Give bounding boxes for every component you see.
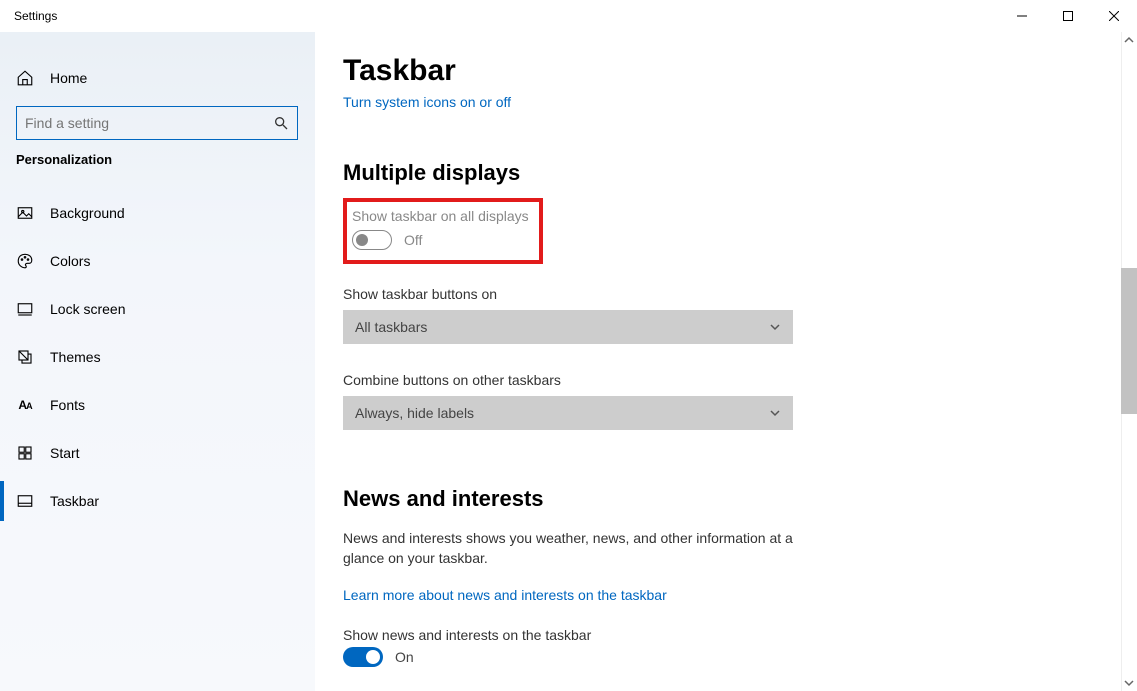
nav-item-label: Start [50,445,80,461]
show-taskbar-all-displays-label: Show taskbar on all displays [352,208,529,224]
nav-item-label: Background [50,205,125,221]
toggle-state-text: On [395,649,414,665]
show-taskbar-buttons-on-combo[interactable]: All taskbars [343,310,793,344]
scroll-up-button[interactable] [1121,32,1137,48]
minimize-icon [1017,11,1027,21]
nav-background[interactable]: Background [0,193,314,233]
content-pane: Taskbar Turn system icons on or off Mult… [315,32,1137,691]
multiple-displays-heading: Multiple displays [343,160,1137,186]
nav-item-label: Themes [50,349,101,365]
show-news-label: Show news and interests on the taskbar [343,627,1137,643]
chevron-down-icon [769,321,781,333]
palette-icon [16,252,34,270]
show-taskbar-buttons-on-label: Show taskbar buttons on [343,286,1137,302]
maximize-button[interactable] [1045,0,1091,32]
minimize-button[interactable] [999,0,1045,32]
nav-lock-screen[interactable]: Lock screen [0,289,314,329]
news-interests-heading: News and interests [343,486,1137,512]
chevron-down-icon [769,407,781,419]
close-icon [1109,11,1119,21]
nav-themes[interactable]: Themes [0,337,314,377]
nav-colors[interactable]: Colors [0,241,314,281]
title-bar: Settings [0,0,1137,32]
fonts-icon: AA [16,396,34,414]
nav-home-label: Home [50,70,87,86]
clipped-link[interactable]: Turn system icons on or off [343,94,511,110]
search-input[interactable] [25,115,273,131]
nav-item-label: Taskbar [50,493,99,509]
learn-more-link[interactable]: Learn more about news and interests on t… [343,587,667,603]
nav-item-label: Fonts [50,397,85,413]
themes-icon [16,348,34,366]
combine-buttons-label: Combine buttons on other taskbars [343,372,1137,388]
nav-start[interactable]: Start [0,433,314,473]
close-button[interactable] [1091,0,1137,32]
start-icon [16,444,34,462]
sidebar-section-label: Personalization [0,152,314,167]
scroll-down-button[interactable] [1121,675,1137,691]
nav-home[interactable]: Home [0,58,314,98]
lock-screen-icon [16,300,34,318]
nav-taskbar[interactable]: Taskbar [0,481,314,521]
nav-item-label: Lock screen [50,301,125,317]
window-title: Settings [14,9,57,23]
taskbar-icon [16,492,34,510]
home-icon [16,69,34,87]
show-news-toggle[interactable] [343,647,383,667]
news-interests-description: News and interests shows you weather, ne… [343,528,803,569]
annotation-highlight: Show taskbar on all displays Off [343,198,543,264]
page-title: Taskbar [343,54,1137,88]
sidebar: Home Personalization Background Colors [0,32,315,691]
scrollbar-track[interactable] [1121,32,1137,691]
nav-item-label: Colors [50,253,90,269]
toggle-state-text: Off [404,232,422,248]
nav-fonts[interactable]: AA Fonts [0,385,314,425]
search-icon [273,115,289,131]
combo-value: All taskbars [355,319,427,335]
scrollbar-thumb[interactable] [1121,268,1137,414]
combo-value: Always, hide labels [355,405,474,421]
maximize-icon [1063,11,1073,21]
picture-icon [16,204,34,222]
show-taskbar-all-displays-toggle[interactable] [352,230,392,250]
search-box[interactable] [16,106,298,140]
combine-buttons-combo[interactable]: Always, hide labels [343,396,793,430]
